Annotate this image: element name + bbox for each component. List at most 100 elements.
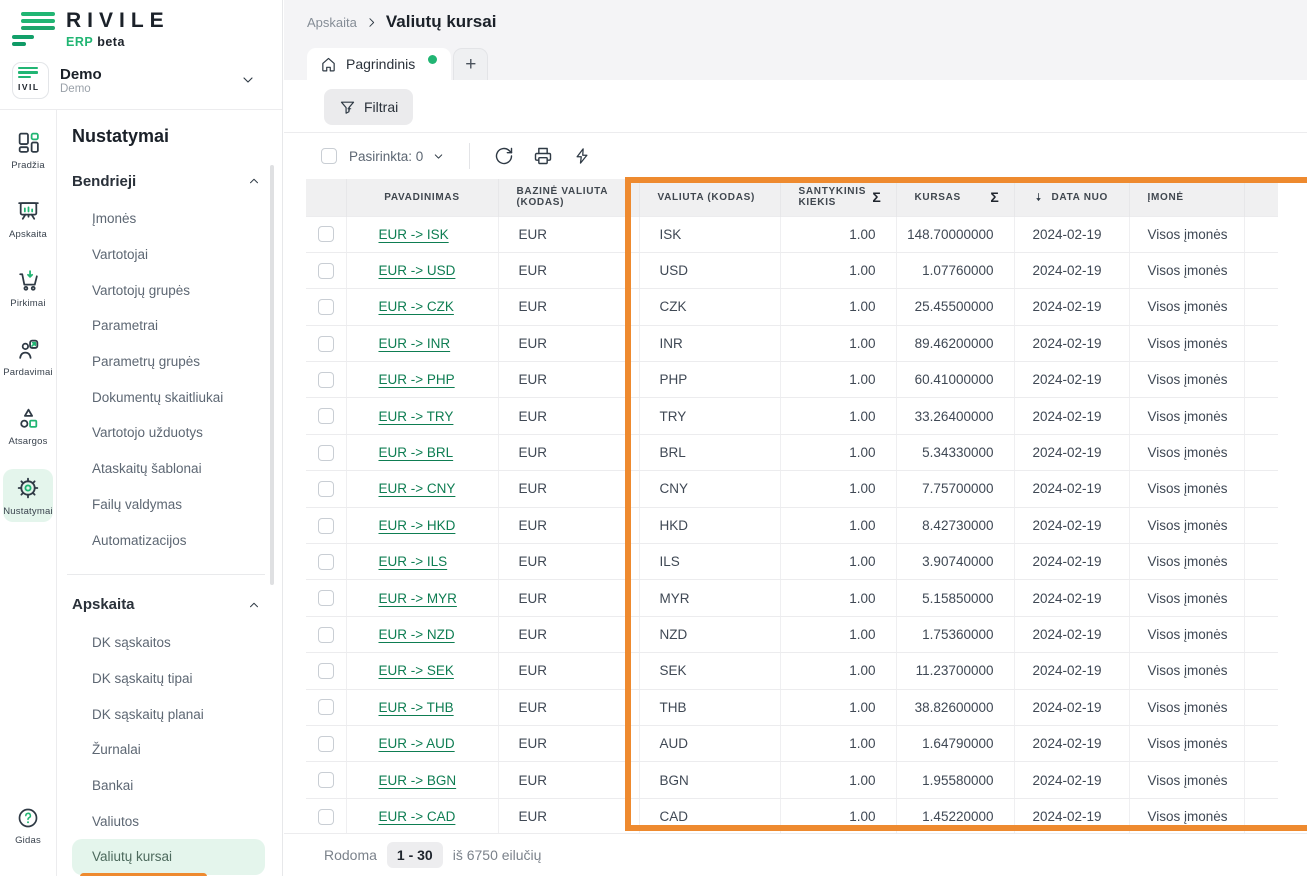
rate-name-link[interactable]: EUR -> AUD	[379, 736, 455, 751]
automation-zap-icon[interactable]	[570, 144, 594, 168]
rate-name-link[interactable]: EUR -> USD	[379, 263, 456, 278]
row-checkbox[interactable]	[318, 336, 334, 352]
add-tab-button[interactable]: +	[453, 48, 488, 80]
sidebar-item-vartotojo-užduotys[interactable]: Vartotojo užduotys	[72, 415, 265, 451]
sidebar-item-ataskaitų-šablonai[interactable]: Ataskaitų šablonai	[72, 451, 265, 487]
rate-name-link[interactable]: EUR -> CNY	[379, 481, 456, 496]
select-all-checkbox[interactable]	[321, 148, 337, 164]
rate-cell: 33.26400000	[896, 398, 1014, 434]
sidebar-item-parametrų-grupės[interactable]: Parametrų grupės	[72, 344, 265, 380]
row-checkbox[interactable]	[318, 408, 334, 424]
sidebar-item-žurnalai[interactable]: Žurnalai	[72, 732, 265, 768]
rate-name-link[interactable]: EUR -> NZD	[379, 627, 455, 642]
sidebar-item-dk-sąskaitų-tipai[interactable]: DK sąskaitų tipai	[72, 661, 265, 697]
extra-cell	[1244, 216, 1278, 252]
refresh-icon[interactable]	[492, 144, 516, 168]
selected-count-dropdown[interactable]: Pasirinkta: 0	[349, 149, 445, 164]
company-selector[interactable]: IVIL Demo Demo	[12, 60, 270, 100]
currency-code-cell: ILS	[639, 544, 780, 580]
sidebar-item-vartotojų-grupės[interactable]: Vartotojų grupės	[72, 272, 265, 308]
rate-name-link[interactable]: EUR -> ISK	[379, 227, 449, 242]
column-header-pavadinimas[interactable]: PAVADINIMAS	[346, 179, 498, 216]
sidebar-scrollbar[interactable]	[270, 165, 274, 585]
breadcrumb-parent[interactable]: Apskaita	[307, 15, 357, 30]
rate-name-link[interactable]: EUR -> BRL	[379, 445, 454, 460]
rate-name-link[interactable]: EUR -> HKD	[379, 518, 456, 533]
extra-cell	[1244, 544, 1278, 580]
row-checkbox[interactable]	[318, 481, 334, 497]
relative-qty-cell: 1.00	[780, 762, 896, 798]
row-checkbox[interactable]	[318, 554, 334, 570]
rate-name-link[interactable]: EUR -> MYR	[379, 591, 457, 606]
company-cell: Visos įmonės	[1129, 507, 1244, 543]
table-row: EUR -> TRY EUR TRY 1.00 33.26400000 2024…	[306, 398, 1278, 434]
rate-name-link[interactable]: EUR -> TRY	[379, 409, 454, 424]
rail-item-pardavimai[interactable]: Pardavimai	[3, 331, 53, 383]
column-header-bazine-valiuta[interactable]: BAZINĖ VALIUTA (KODAS)	[498, 179, 639, 216]
column-header-santykinis-kiekis[interactable]: SANTYKINIS KIEKIS Σ	[780, 179, 896, 216]
column-header-kursas[interactable]: KURSAS Σ	[896, 179, 1014, 216]
sidebar-section-apskaita[interactable]: Apskaita	[57, 591, 283, 619]
row-checkbox[interactable]	[318, 699, 334, 715]
column-header-imone[interactable]: ĮMONĖ	[1129, 179, 1244, 216]
row-checkbox[interactable]	[318, 226, 334, 242]
sum-sigma-icon[interactable]: Σ	[990, 189, 1003, 205]
filters-button[interactable]: Filtrai	[324, 89, 413, 125]
sidebar-item-vartotojai[interactable]: Vartotojai	[72, 237, 265, 273]
rail-item-pradzia[interactable]: Pradžia	[3, 124, 53, 176]
rate-name-link[interactable]: EUR -> BGN	[379, 773, 457, 788]
rail-item-atsargos[interactable]: Atsargos	[3, 400, 53, 452]
row-checkbox[interactable]	[318, 445, 334, 461]
print-icon[interactable]	[531, 144, 555, 168]
sidebar-item-įmonės[interactable]: Įmonės	[72, 201, 265, 237]
sidebar-item-parametrai[interactable]: Parametrai	[72, 308, 265, 344]
row-checkbox[interactable]	[318, 590, 334, 606]
rate-name-link[interactable]: EUR -> SEK	[379, 663, 454, 678]
header-extra-column	[1244, 179, 1278, 216]
sidebar-item-failų-valdymas[interactable]: Failų valdymas	[72, 487, 265, 523]
rate-name-link[interactable]: EUR -> CAD	[379, 809, 456, 824]
row-checkbox[interactable]	[318, 663, 334, 679]
rate-name-link[interactable]: EUR -> INR	[379, 336, 451, 351]
sidebar-item-dokumentų-skaitliukai[interactable]: Dokumentų skaitliukai	[72, 379, 265, 415]
pagination-range[interactable]: 1 - 30	[387, 842, 443, 868]
sidebar-item-dk-sąskaitų-planai[interactable]: DK sąskaitų planai	[72, 696, 265, 732]
company-cell: Visos įmonės	[1129, 216, 1244, 252]
row-checkbox[interactable]	[318, 299, 334, 315]
shopping-cart-icon	[16, 268, 41, 293]
date-from-cell: 2024-02-19	[1014, 434, 1129, 470]
row-checkbox[interactable]	[318, 518, 334, 534]
row-checkbox[interactable]	[318, 736, 334, 752]
rail-item-apskaita[interactable]: Apskaita	[3, 193, 53, 245]
tab-pagrindinis[interactable]: Pagrindinis	[307, 48, 451, 80]
company-cell: Visos įmonės	[1129, 434, 1244, 470]
rate-name-link[interactable]: EUR -> ILS	[379, 554, 448, 569]
rate-name-link[interactable]: EUR -> PHP	[379, 372, 455, 387]
sidebar-item-dk-sąskaitos[interactable]: DK sąskaitos	[72, 625, 265, 661]
row-checkbox[interactable]	[318, 263, 334, 279]
column-header-valiuta[interactable]: VALIUTA (KODAS)	[639, 179, 780, 216]
row-checkbox[interactable]	[318, 772, 334, 788]
relative-qty-cell: 1.00	[780, 616, 896, 652]
row-checkbox[interactable]	[318, 627, 334, 643]
extra-cell	[1244, 471, 1278, 507]
rail-item-nustatymai[interactable]: Nustatymai	[3, 469, 53, 522]
row-checkbox[interactable]	[318, 809, 334, 825]
column-header-data-nuo[interactable]: DATA NUO	[1014, 179, 1129, 216]
base-currency-cell: EUR	[498, 216, 639, 252]
table-row: EUR -> BGN EUR BGN 1.00 1.95580000 2024-…	[306, 762, 1278, 798]
row-checkbox[interactable]	[318, 372, 334, 388]
rate-name-link[interactable]: EUR -> CZK	[379, 299, 454, 314]
sum-sigma-icon[interactable]: Σ	[872, 189, 885, 205]
rail-item-gidas[interactable]: Gidas	[3, 800, 53, 851]
rate-name-link[interactable]: EUR -> THB	[379, 700, 454, 715]
sidebar-item-valiutos[interactable]: Valiutos	[72, 803, 265, 839]
sidebar-item-automatizacijos[interactable]: Automatizacijos	[72, 522, 265, 558]
sidebar-item-bankai[interactable]: Bankai	[72, 768, 265, 804]
table-row: EUR -> CAD EUR CAD 1.00 1.45220000 2024-…	[306, 798, 1278, 834]
sidebar-item-valiutų-kursai[interactable]: Valiutų kursai	[72, 839, 265, 875]
header-select-column	[306, 179, 346, 216]
sidebar-section-bendrieji[interactable]: Bendrieji	[57, 167, 283, 195]
relative-qty-cell: 1.00	[780, 434, 896, 470]
rail-item-pirkimai[interactable]: Pirkimai	[3, 262, 53, 314]
